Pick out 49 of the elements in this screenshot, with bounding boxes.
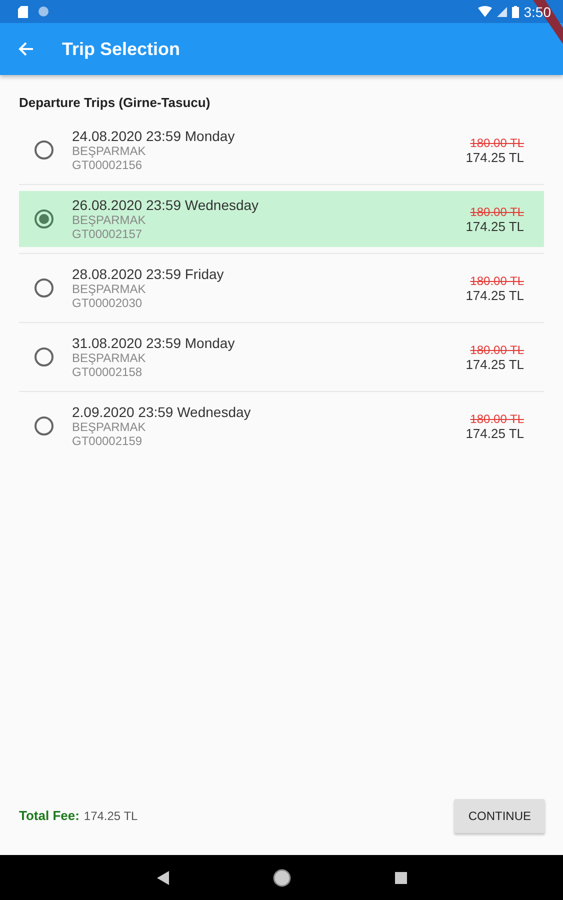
vessel-name: BEŞPARMAK — [72, 351, 147, 365]
vessel-name: BEŞPARMAK — [72, 282, 147, 296]
trip-code: GT00002156 — [72, 158, 144, 172]
vessel-name: BEŞPARMAK — [72, 213, 147, 227]
circle-icon — [38, 6, 49, 17]
trip-code: GT00002030 — [72, 296, 144, 310]
radio-button[interactable] — [34, 416, 54, 436]
trip-option[interactable]: 31.08.2020 23:59 Monday BEŞPARMAK GT00002158 180.00 TL 174.25 TL — [19, 329, 544, 385]
home-icon[interactable] — [272, 868, 290, 886]
radio-button[interactable] — [34, 140, 54, 160]
radio-button[interactable] — [34, 347, 54, 367]
trip-option[interactable]: 24.08.2020 23:59 Monday BEŞPARMAK GT00002156 180.00 TL 174.25 TL — [19, 122, 544, 178]
trip-option[interactable]: 2.09.2020 23:59 Wednesday BEŞPARMAK GT00002159 180.00 TL 174.25 TL — [19, 398, 544, 454]
battery-icon — [512, 6, 519, 18]
trip-date: 28.08.2020 23:59 Friday — [72, 266, 225, 282]
trip-date: 2.09.2020 23:59 Wednesday — [72, 404, 252, 420]
vessel-name: BEŞPARMAK — [72, 420, 147, 434]
trip-date: 26.08.2020 23:59 Wednesday — [72, 197, 260, 213]
recents-icon[interactable] — [394, 872, 406, 884]
discounted-price: 174.25 TL — [466, 288, 524, 302]
trip-date: 31.08.2020 23:59 Monday — [72, 335, 236, 351]
trip-option[interactable]: 26.08.2020 23:59 Wednesday BEŞPARMAK GT00002157 180.00 TL 174.25 TL — [19, 191, 544, 247]
original-price: 180.00 TL — [470, 274, 524, 288]
section-heading: Departure Trips (Girne-Tasucu) — [19, 95, 212, 110]
trip-option[interactable]: 28.08.2020 23:59 Friday BEŞPARMAK GT00002030 180.00 TL 174.25 TL — [19, 260, 544, 316]
signal-icon — [496, 6, 507, 16]
trip-date: 24.08.2020 23:59 Monday — [72, 128, 236, 144]
wifi-icon — [478, 6, 492, 17]
discounted-price: 174.25 TL — [466, 356, 524, 372]
screen-title: Trip Selection — [62, 38, 180, 60]
original-price: 180.00 TL — [470, 412, 524, 426]
back-arrow-icon — [18, 41, 34, 57]
continue-button[interactable]: CONTINUE — [454, 799, 545, 833]
trip-code: GT00002159 — [72, 434, 144, 448]
original-price: 180.00 TL — [470, 204, 524, 218]
discounted-price: 174.25 TL — [466, 218, 524, 234]
trip-code: GT00002157 — [72, 227, 144, 241]
back-icon[interactable] — [156, 870, 168, 884]
sd-card-icon — [18, 6, 28, 18]
discounted-price: 174.25 TL — [466, 426, 524, 440]
vessel-name: BEŞPARMAK — [72, 144, 147, 158]
original-price: 180.00 TL — [470, 342, 524, 356]
total-label: Total Fee: — [19, 808, 80, 823]
total-value: 174.25 TL — [84, 809, 138, 823]
radio-button[interactable] — [34, 209, 54, 229]
original-price: 180.00 TL — [470, 136, 524, 150]
radio-button[interactable] — [34, 278, 54, 298]
discounted-price: 174.25 TL — [466, 150, 524, 164]
trip-code: GT00002158 — [72, 365, 144, 379]
